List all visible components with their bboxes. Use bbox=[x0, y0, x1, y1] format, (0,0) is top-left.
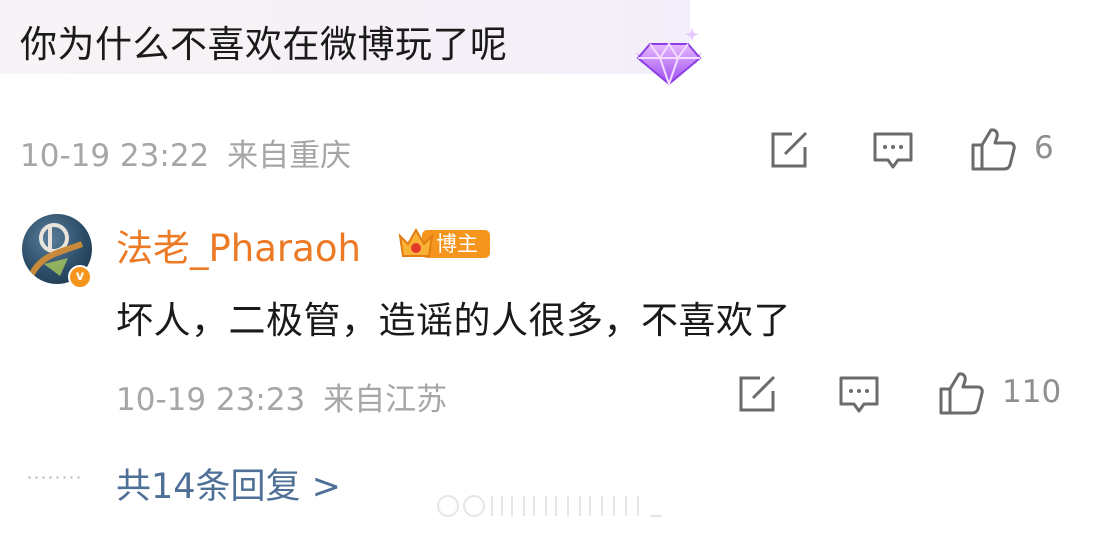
comment-text: 你为什么不喜欢在微博玩了呢 bbox=[20, 23, 508, 66]
reply-repost-icon[interactable] bbox=[738, 375, 778, 413]
more-replies-link[interactable]: 共14条回复 > bbox=[116, 458, 341, 509]
reply-timestamp: 10-19 23:23 bbox=[116, 382, 306, 418]
verified-badge: v bbox=[68, 265, 92, 289]
reply-like-count: 110 bbox=[1002, 374, 1062, 410]
dotted-divider bbox=[26, 476, 84, 479]
diamond-gem-badge-icon bbox=[636, 28, 702, 88]
comment-like-count: 6 bbox=[1034, 130, 1054, 166]
comment-icon[interactable] bbox=[872, 131, 914, 171]
reply-comment-icon[interactable] bbox=[838, 375, 880, 415]
comment-timestamp: 10-19 23:22 bbox=[20, 138, 210, 174]
reply-location: 来自江苏 bbox=[323, 382, 448, 418]
like-icon[interactable] bbox=[970, 126, 1016, 172]
reply-username[interactable]: 法老_Pharaoh bbox=[116, 218, 361, 272]
blogger-badge: 博主 bbox=[396, 222, 492, 264]
reply-meta: 10-19 23:23 来自江苏 bbox=[116, 374, 447, 419]
comment-location: 来自重庆 bbox=[227, 138, 352, 174]
comment-bubble: 你为什么不喜欢在微博玩了呢 bbox=[0, 0, 690, 74]
reply-text: 坏人，二极管，造谣的人很多，不喜欢了 bbox=[116, 299, 791, 342]
watermark-icon bbox=[437, 495, 662, 517]
blogger-badge-label: 博主 bbox=[436, 232, 478, 256]
reply-like-icon[interactable] bbox=[938, 370, 984, 416]
repost-icon[interactable] bbox=[770, 131, 810, 169]
comment-meta: 10-19 23:22 来自重庆 bbox=[20, 130, 351, 175]
